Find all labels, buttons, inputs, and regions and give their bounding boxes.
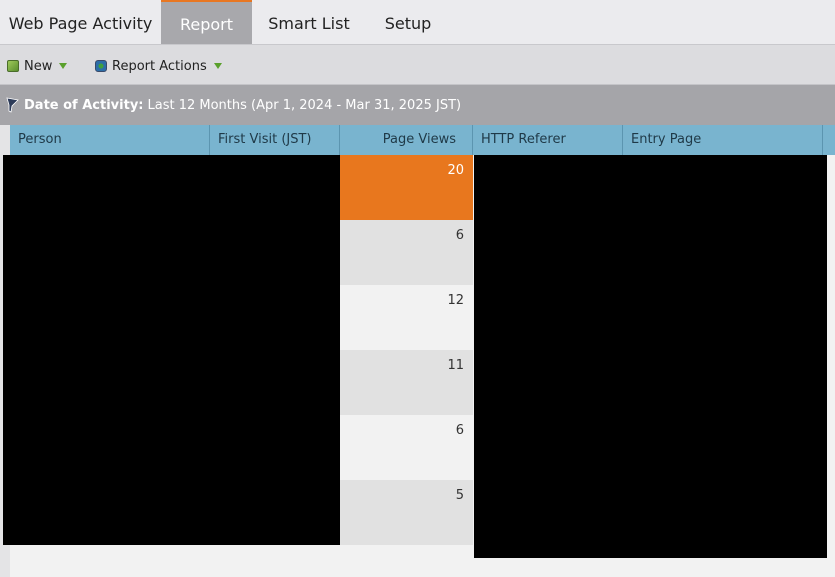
column-header-entry-page[interactable]: Entry Page — [623, 125, 823, 155]
report-actions-icon — [95, 60, 107, 72]
report-grid: Person First Visit (JST) Page Views HTTP… — [0, 125, 835, 577]
column-header-person[interactable]: Person — [10, 125, 210, 155]
filter-funnel-icon — [6, 97, 20, 113]
column-header-page-views[interactable]: Page Views — [340, 125, 473, 155]
tab-bar: Web Page Activity Report Smart List Setu… — [0, 0, 835, 45]
tab-web-page-activity[interactable]: Web Page Activity — [0, 0, 161, 44]
new-button[interactable]: New — [7, 57, 68, 75]
filter-bar[interactable]: Date of Activity: Last 12 Months (Apr 1,… — [0, 85, 835, 125]
table-cell-page-views[interactable]: 20 — [340, 155, 473, 220]
toolbar: New Report Actions — [0, 45, 835, 85]
report-actions-label: Report Actions — [112, 58, 207, 74]
filter-label: Date of Activity: — [24, 97, 144, 113]
tab-setup[interactable]: Setup — [366, 0, 450, 44]
report-actions-button[interactable]: Report Actions — [95, 57, 222, 75]
redacted-person-first-visit — [3, 155, 340, 545]
table-cell-page-views[interactable]: 5 — [340, 480, 473, 545]
table-cell-page-views[interactable]: 6 — [340, 220, 473, 285]
tab-report[interactable]: Report — [161, 0, 252, 44]
new-button-label: New — [24, 58, 53, 74]
column-header-http-referer[interactable]: HTTP Referer — [473, 125, 623, 155]
tab-smart-list[interactable]: Smart List — [252, 0, 366, 44]
redacted-referer-entry-page — [474, 155, 827, 558]
chevron-down-icon — [59, 63, 68, 69]
chevron-down-icon — [213, 63, 222, 69]
table-cell-page-views[interactable]: 12 — [340, 285, 473, 350]
table-cell-page-views[interactable]: 11 — [340, 350, 473, 415]
table-cell-page-views[interactable]: 6 — [340, 415, 473, 480]
column-header-first-visit[interactable]: First Visit (JST) — [210, 125, 340, 155]
filter-value: Last 12 Months (Apr 1, 2024 - Mar 31, 20… — [147, 97, 462, 113]
table-header-row: Person First Visit (JST) Page Views HTTP… — [10, 125, 835, 155]
new-document-icon — [7, 60, 19, 72]
